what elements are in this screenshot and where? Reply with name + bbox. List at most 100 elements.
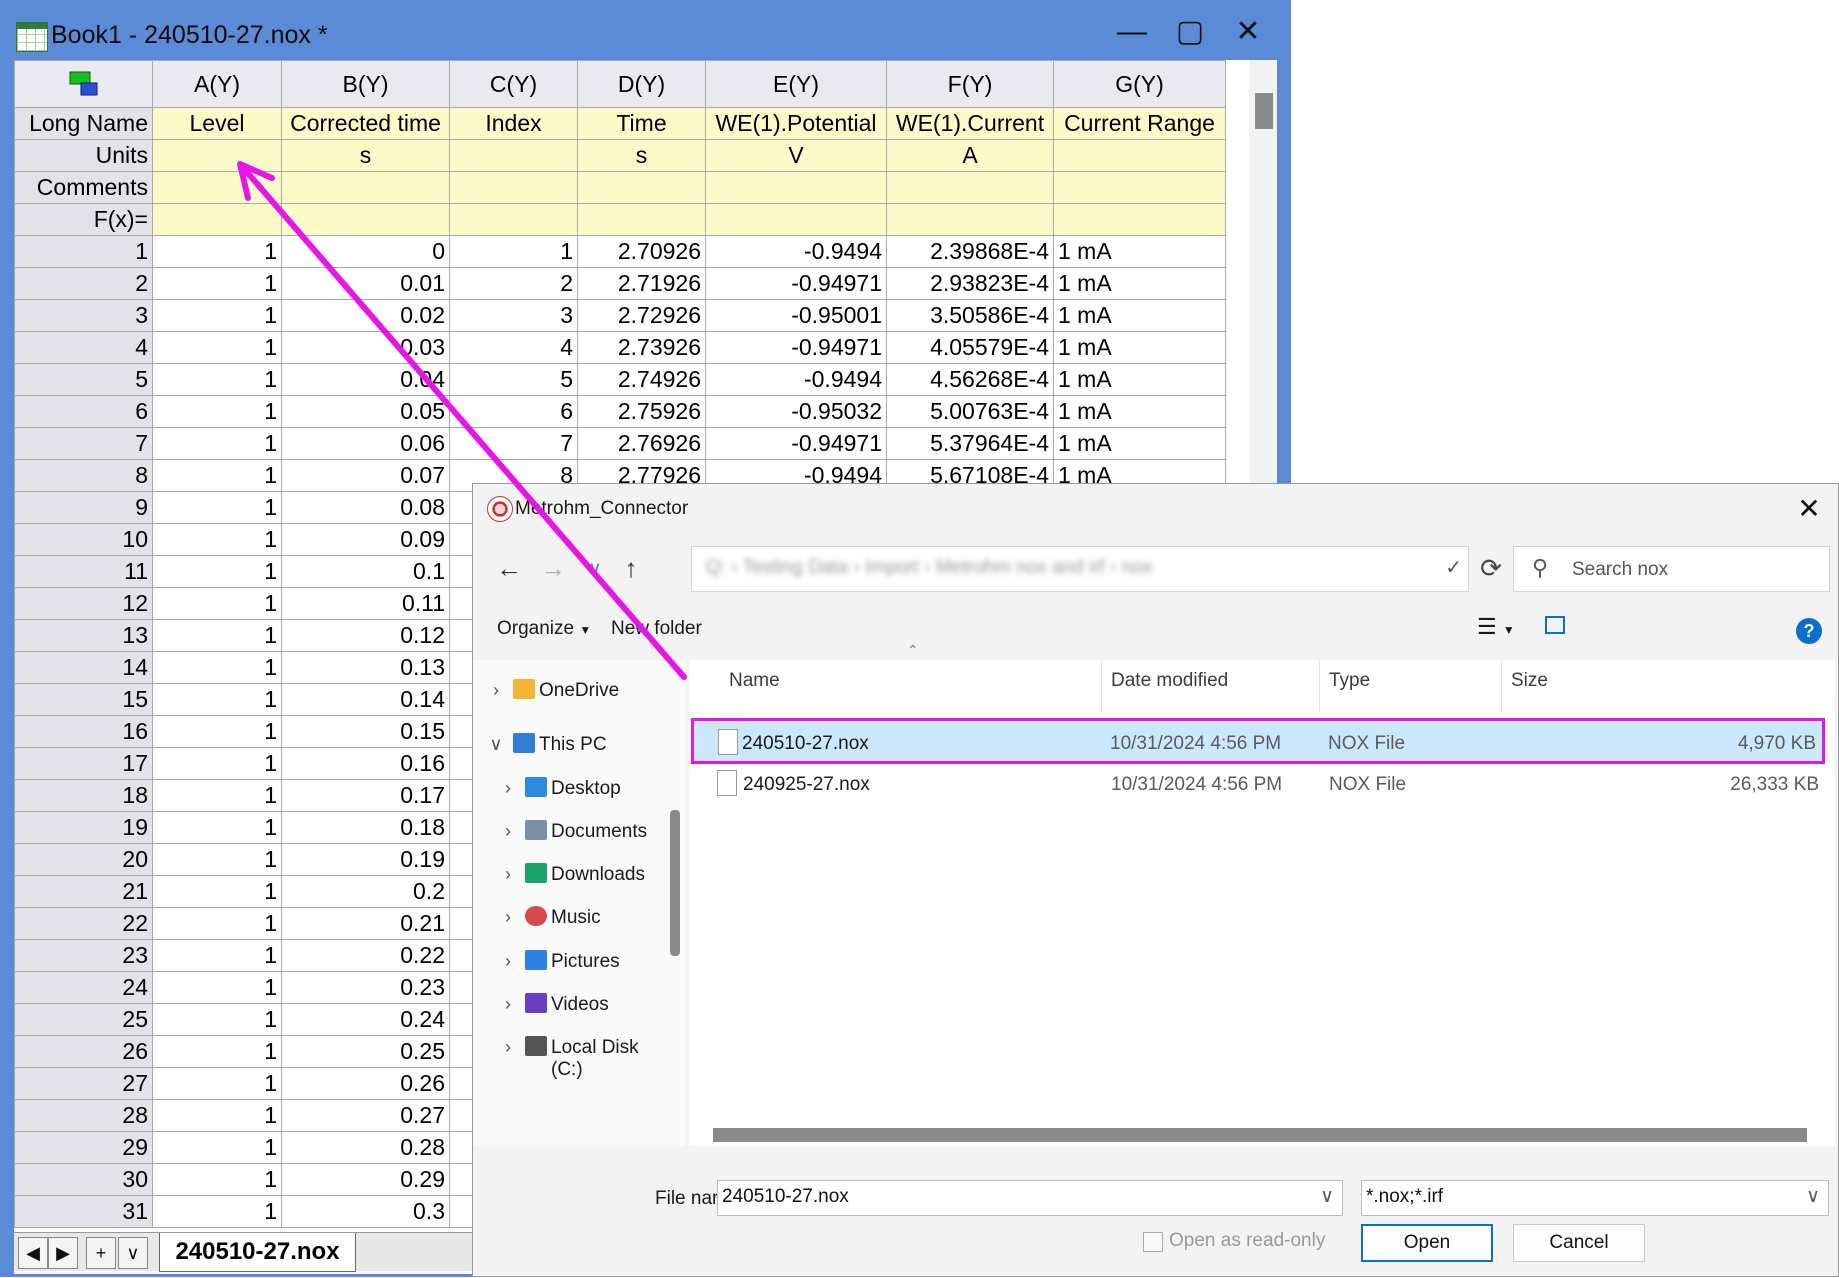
column-header[interactable]: D(Y) xyxy=(577,60,706,108)
data-cell[interactable]: 1 mA xyxy=(1053,331,1226,364)
data-cell[interactable]: 1 mA xyxy=(1053,427,1226,460)
row-number[interactable]: 13 xyxy=(14,619,153,652)
data-cell[interactable]: 1 xyxy=(152,651,282,684)
nav-item[interactable]: › Pictures xyxy=(473,941,673,981)
data-cell[interactable]: 4 xyxy=(449,331,578,364)
data-cell[interactable]: -0.9494 xyxy=(705,363,887,396)
comment-cell[interactable] xyxy=(281,171,450,204)
row-label-long-name[interactable]: Long Name xyxy=(14,107,153,140)
data-cell[interactable]: 2.39868E-4 xyxy=(886,235,1054,268)
data-cell[interactable]: 0.16 xyxy=(281,747,450,780)
data-cell[interactable]: 7 xyxy=(449,427,578,460)
search-box[interactable]: ⚲ Search nox xyxy=(1513,546,1830,592)
data-cell[interactable]: 1 xyxy=(152,843,282,876)
add-sheet-button[interactable]: + xyxy=(86,1237,116,1269)
data-cell[interactable]: 1 xyxy=(152,555,282,588)
data-cell[interactable]: 2.72926 xyxy=(577,299,706,332)
data-cell[interactable]: -0.95001 xyxy=(705,299,887,332)
data-cell[interactable]: 1 xyxy=(152,267,282,300)
long-name-cell[interactable]: WE(1).Potential xyxy=(705,107,887,140)
row-number[interactable]: 12 xyxy=(14,587,153,620)
data-cell[interactable]: 1 xyxy=(152,427,282,460)
data-cell[interactable]: 2.70926 xyxy=(577,235,706,268)
data-cell[interactable]: 0 xyxy=(281,235,450,268)
collapse-chevron-icon[interactable]: ∨ xyxy=(487,734,505,755)
dialog-close-button[interactable]: ✕ xyxy=(1790,490,1828,528)
file-name-dropdown-icon[interactable]: ∨ xyxy=(1320,1185,1334,1208)
expand-chevron-icon[interactable]: › xyxy=(499,907,517,928)
close-button[interactable]: ✕ xyxy=(1220,14,1276,50)
dialog-titlebar[interactable]: Metrohm_Connector ✕ xyxy=(473,484,1838,534)
data-cell[interactable]: 4.05579E-4 xyxy=(886,331,1054,364)
long-name-cell[interactable]: Time xyxy=(577,107,706,140)
long-name-cell[interactable]: Level xyxy=(152,107,282,140)
column-header-date[interactable]: Date modified xyxy=(1111,670,1228,692)
data-cell[interactable]: 1 mA xyxy=(1053,235,1226,268)
data-cell[interactable]: 0.19 xyxy=(281,843,450,876)
data-cell[interactable]: 1 mA xyxy=(1053,267,1226,300)
data-cell[interactable]: 1 xyxy=(152,907,282,940)
nav-item[interactable]: › Downloads xyxy=(473,854,673,894)
comment-cell[interactable] xyxy=(886,171,1054,204)
long-name-cell[interactable]: Current Range xyxy=(1053,107,1226,140)
row-number[interactable]: 15 xyxy=(14,683,153,716)
expand-chevron-icon[interactable]: › xyxy=(487,680,505,701)
row-number[interactable]: 23 xyxy=(14,939,153,972)
data-cell[interactable]: 0.12 xyxy=(281,619,450,652)
long-name-cell[interactable]: Corrected time xyxy=(281,107,450,140)
file-row[interactable]: 240510-27.nox 10/31/2024 4:56 PM NOX File 4… xyxy=(691,718,1825,764)
data-cell[interactable]: 1 xyxy=(152,683,282,716)
column-header[interactable]: E(Y) xyxy=(705,60,887,108)
units-cell[interactable] xyxy=(152,139,282,172)
nav-item[interactable]: › Desktop xyxy=(473,768,673,808)
units-cell[interactable] xyxy=(449,139,578,172)
row-number[interactable]: 3 xyxy=(14,299,153,332)
data-cell[interactable]: 1 xyxy=(152,1195,282,1228)
data-cell[interactable]: 1 xyxy=(152,619,282,652)
data-cell[interactable]: 2.76926 xyxy=(577,427,706,460)
formula-cell[interactable] xyxy=(705,203,887,236)
data-cell[interactable]: 2.93823E-4 xyxy=(886,267,1054,300)
data-cell[interactable]: 1 xyxy=(152,1067,282,1100)
row-number[interactable]: 30 xyxy=(14,1163,153,1196)
navpane-scrollbar-thumb[interactable] xyxy=(670,810,680,956)
long-name-cell[interactable]: Index xyxy=(449,107,578,140)
row-number[interactable]: 16 xyxy=(14,715,153,748)
data-cell[interactable]: 1 mA xyxy=(1053,299,1226,332)
file-type-dropdown-icon[interactable]: ∨ xyxy=(1806,1185,1820,1208)
column-header[interactable]: C(Y) xyxy=(449,60,578,108)
data-cell[interactable]: 0.02 xyxy=(281,299,450,332)
maximize-button[interactable]: ▢ xyxy=(1162,14,1218,50)
data-cell[interactable]: 1 xyxy=(152,1003,282,1036)
data-cell[interactable]: 1 xyxy=(449,235,578,268)
data-cell[interactable]: 1 xyxy=(152,779,282,812)
row-number[interactable]: 2 xyxy=(14,267,153,300)
row-number[interactable]: 8 xyxy=(14,459,153,492)
data-cell[interactable]: 2 xyxy=(449,267,578,300)
formula-cell[interactable] xyxy=(152,203,282,236)
help-icon[interactable]: ? xyxy=(1796,618,1822,644)
nav-item[interactable]: › Music xyxy=(473,897,673,937)
data-cell[interactable]: 4.56268E-4 xyxy=(886,363,1054,396)
row-number[interactable]: 9 xyxy=(14,491,153,524)
data-cell[interactable]: -0.94971 xyxy=(705,427,887,460)
data-cell[interactable]: 0.29 xyxy=(281,1163,450,1196)
data-cell[interactable]: 0.18 xyxy=(281,811,450,844)
formula-cell[interactable] xyxy=(449,203,578,236)
data-cell[interactable]: 1 xyxy=(152,875,282,908)
data-cell[interactable]: 0.07 xyxy=(281,459,450,492)
row-number[interactable]: 20 xyxy=(14,843,153,876)
data-cell[interactable]: 0.28 xyxy=(281,1131,450,1164)
file-name-input[interactable]: 240510-27.nox ∨ xyxy=(717,1180,1343,1216)
column-header-type[interactable]: Type xyxy=(1329,670,1370,692)
data-cell[interactable]: 0.14 xyxy=(281,683,450,716)
row-number[interactable]: 19 xyxy=(14,811,153,844)
units-cell[interactable]: s xyxy=(577,139,706,172)
column-header[interactable]: G(Y) xyxy=(1053,60,1226,108)
data-cell[interactable]: 0.22 xyxy=(281,939,450,972)
file-row[interactable]: 240925-27.nox 10/31/2024 4:56 PM NOX File 2… xyxy=(693,762,1827,808)
data-cell[interactable]: 1 xyxy=(152,1099,282,1132)
column-header[interactable]: A(Y) xyxy=(152,60,282,108)
data-cell[interactable]: 0.06 xyxy=(281,427,450,460)
data-cell[interactable]: 0.13 xyxy=(281,651,450,684)
